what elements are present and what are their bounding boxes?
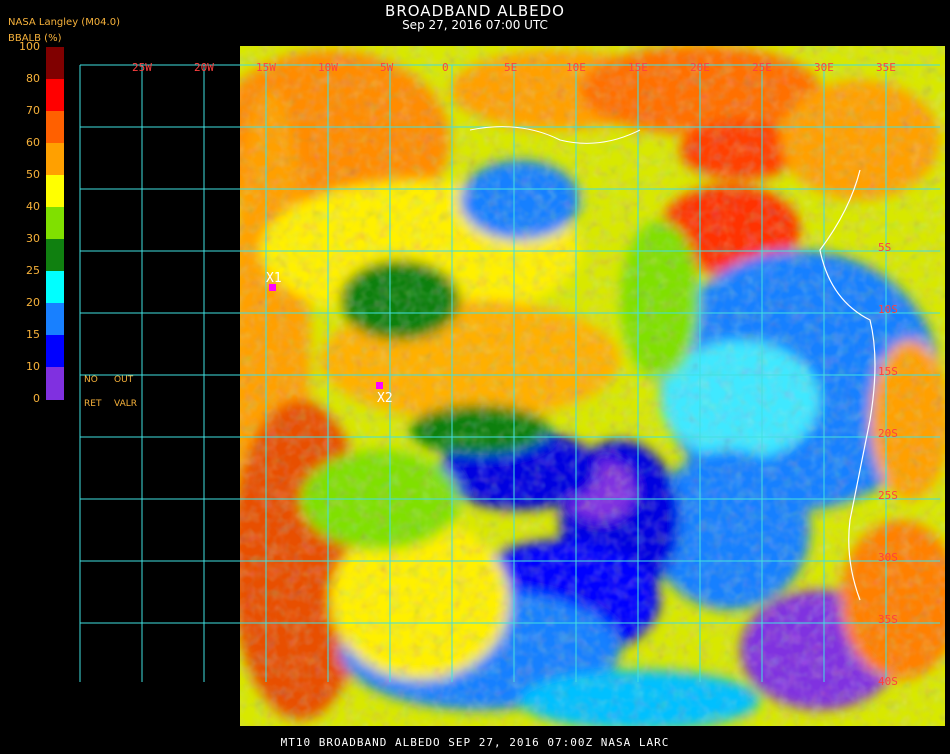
marker-point — [376, 382, 383, 389]
longitude-label: 15W — [256, 61, 276, 74]
longitude-label: 35E — [876, 61, 896, 74]
latitude-label: 10S — [878, 303, 898, 316]
color-scale-tick: 30 — [26, 232, 40, 245]
color-scale-tick: 20 — [26, 296, 40, 309]
color-scale-tick: 40 — [26, 200, 40, 213]
color-scale-tick: 60 — [26, 136, 40, 149]
latitude-label: 25S — [878, 489, 898, 502]
color-scale-tick: 0 — [33, 392, 40, 405]
color-scale-tick: 15 — [26, 328, 40, 341]
albedo-map: 25W 20W 15W 10W 5W 0 5E 10E 15E 20E 25E 30E 35E 5S 10S… — [0, 0, 950, 750]
albedo-field — [240, 46, 945, 726]
latitude-label: 15S — [878, 365, 898, 378]
longitude-label: 10E — [566, 61, 586, 74]
longitude-label: 10W — [318, 61, 338, 74]
longitude-label: 5E — [504, 61, 517, 74]
longitude-label: 5W — [380, 61, 394, 74]
marker-label: X2 — [377, 391, 393, 406]
latitude-label: 5S — [878, 241, 891, 254]
image-footer: MT10 BROADBAND ALBEDO SEP 27, 2016 07:00… — [280, 736, 670, 749]
color-scale-tick: 10 — [26, 360, 40, 373]
color-scale-tick: 100 — [19, 40, 40, 53]
latitude-label: 40S — [878, 675, 898, 688]
color-scale-tick: 80 — [26, 72, 40, 85]
latitude-label: 20S — [878, 427, 898, 440]
longitude-label: 0 — [442, 61, 449, 74]
latitude-label: 30S — [878, 551, 898, 564]
longitude-label: 20W — [194, 61, 214, 74]
longitude-label: 30E — [814, 61, 834, 74]
latitude-label: 35S — [878, 613, 898, 626]
albedo-map-svg: 25W 20W 15W 10W 5W 0 5E 10E 15E 20E 25E 30E 35E 5S 10S… — [79, 46, 945, 726]
marker-label: X1 — [266, 271, 282, 286]
color-scale-tick: 25 — [26, 264, 40, 277]
longitude-label: 20E — [690, 61, 710, 74]
color-scale-tick: 70 — [26, 104, 40, 117]
longitude-label: 25E — [752, 61, 772, 74]
color-scale-tick: 50 — [26, 168, 40, 181]
longitude-label: 25W — [132, 61, 152, 74]
longitude-label: 15E — [628, 61, 648, 74]
